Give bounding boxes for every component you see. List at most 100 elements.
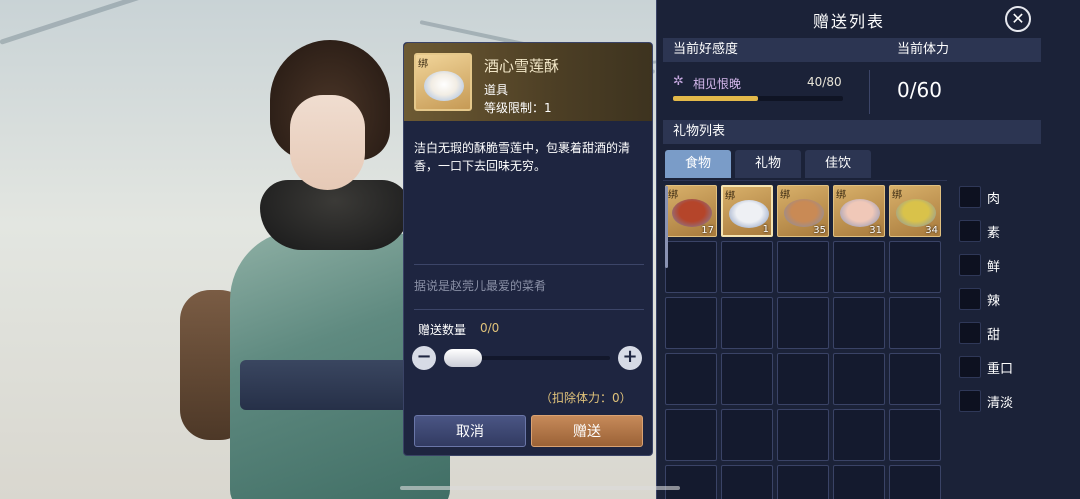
- character-face: [290, 95, 365, 190]
- dish-icon: [840, 199, 880, 227]
- bind-tag: 绑: [668, 190, 678, 201]
- filter-checkbox[interactable]: [959, 220, 981, 242]
- cancel-button[interactable]: 取消: [414, 415, 526, 447]
- filter-label: 素: [987, 226, 1001, 241]
- filter-label: 肉: [987, 192, 1001, 207]
- taste-filter-option[interactable]: 辣: [959, 286, 1039, 312]
- filter-checkbox[interactable]: [959, 254, 981, 276]
- favor-count: 40/80: [807, 75, 842, 89]
- gift-item-slot[interactable]: 绑 17: [665, 185, 717, 237]
- stamina-deduct-note: （扣除体力：0）: [540, 391, 632, 405]
- empty-item-slot[interactable]: [889, 353, 941, 405]
- taste-filter-option[interactable]: 甜: [959, 320, 1039, 346]
- dish-icon: [672, 199, 712, 227]
- empty-item-slot[interactable]: [889, 241, 941, 293]
- empty-item-slot[interactable]: [721, 409, 773, 461]
- bind-tag: 绑: [780, 190, 790, 201]
- filter-checkbox[interactable]: [959, 322, 981, 344]
- quantity-slider-handle[interactable]: [444, 349, 482, 367]
- taste-filter-option[interactable]: 肉: [959, 184, 1039, 210]
- quantity-value: 0/0: [480, 321, 500, 335]
- empty-item-slot[interactable]: [665, 353, 717, 405]
- gift-list-header-label: 礼物列表: [673, 124, 726, 139]
- taste-filter-option[interactable]: 素: [959, 218, 1039, 244]
- empty-item-slot[interactable]: [721, 241, 773, 293]
- stamina-value: 0/60: [897, 78, 942, 102]
- bind-tag: 绑: [892, 190, 902, 201]
- item-count: 1: [762, 224, 769, 235]
- divider: [414, 309, 644, 310]
- taste-filter-option[interactable]: 鲜: [959, 252, 1039, 278]
- tab-drink[interactable]: 佳饮: [805, 150, 871, 178]
- empty-item-slot[interactable]: [777, 409, 829, 461]
- quantity-label: 赠送数量: [418, 323, 467, 337]
- gift-item-slot[interactable]: 绑1: [721, 185, 773, 237]
- filter-checkbox[interactable]: [959, 186, 981, 208]
- gift-list-header: 礼物列表: [663, 120, 1041, 144]
- pastry-plate-icon: [424, 71, 464, 101]
- item-count: 17: [701, 225, 714, 236]
- favor-level-name: 相见恨晚: [693, 77, 742, 91]
- empty-item-slot[interactable]: [777, 465, 829, 499]
- tab-food[interactable]: 食物: [665, 150, 731, 178]
- empty-item-slot[interactable]: [777, 353, 829, 405]
- empty-item-slot[interactable]: [665, 409, 717, 461]
- gift-item-slot[interactable]: 绑 35: [777, 185, 829, 237]
- item-detail-header: 绑 酒心雪莲酥 道具 等级限制：1: [404, 43, 652, 121]
- filter-checkbox[interactable]: [959, 390, 981, 412]
- gift-item-grid: 绑 17 绑 1 绑 35 绑 31 绑 34: [663, 180, 947, 499]
- empty-item-slot[interactable]: [777, 297, 829, 349]
- gift-list-panel: 赠送列表 ✕ 当前好感度 当前体力 ✲ 相见恨晚 40/80 0/60 礼物列表…: [656, 0, 1080, 499]
- divider: [869, 70, 870, 114]
- status-header: 当前好感度 当前体力: [663, 38, 1041, 62]
- filter-checkbox[interactable]: [959, 356, 981, 378]
- home-indicator: [400, 486, 680, 490]
- empty-item-slot[interactable]: [833, 353, 885, 405]
- item-flavor-text: 据说是赵莞儿最爱的菜肴: [414, 279, 547, 293]
- favor-progress-bar: [673, 96, 843, 101]
- empty-item-slot[interactable]: [833, 409, 885, 461]
- item-type: 道具: [484, 83, 509, 97]
- tab-gift[interactable]: 礼物: [735, 150, 801, 178]
- empty-item-slot[interactable]: [889, 297, 941, 349]
- empty-item-slot[interactable]: [721, 465, 773, 499]
- empty-item-slot[interactable]: [833, 465, 885, 499]
- empty-item-slot[interactable]: [721, 353, 773, 405]
- empty-item-slot[interactable]: [777, 241, 829, 293]
- stamina-header: 当前体力: [897, 42, 950, 57]
- item-thumbnail: 绑: [414, 53, 472, 111]
- panel-title: 赠送列表: [812, 12, 885, 31]
- grid-scrollbar[interactable]: [665, 186, 668, 268]
- send-gift-button[interactable]: 赠送: [531, 415, 643, 447]
- empty-item-slot[interactable]: [833, 297, 885, 349]
- gift-item-slot[interactable]: 绑 34: [889, 185, 941, 237]
- item-detail-panel: 绑 酒心雪莲酥 道具 等级限制：1 洁白无瑕的酥脆雪莲中，包裹着甜酒的清香，一口…: [403, 42, 653, 456]
- empty-item-slot[interactable]: [833, 241, 885, 293]
- item-description: 洁白无瑕的酥脆雪莲中，包裹着甜酒的清香，一口下去回味无穷。: [414, 141, 631, 173]
- empty-item-slot[interactable]: [889, 465, 941, 499]
- empty-item-slot[interactable]: [721, 297, 773, 349]
- favor-flower-icon: ✲: [673, 74, 684, 89]
- filter-label: 辣: [987, 294, 1001, 309]
- empty-item-slot[interactable]: [665, 241, 717, 293]
- branch-decoration: [0, 0, 249, 45]
- taste-filter-option[interactable]: 重口: [959, 354, 1039, 380]
- character-scarf: [260, 180, 410, 250]
- filter-checkbox[interactable]: [959, 288, 981, 310]
- favor-status-row: ✲ 相见恨晚 40/80 0/60: [663, 66, 1041, 118]
- empty-item-slot[interactable]: [665, 465, 717, 499]
- taste-filter-option[interactable]: 清淡: [959, 388, 1039, 414]
- dish-icon: [784, 199, 824, 227]
- bind-tag: 绑: [836, 190, 846, 201]
- filter-label: 鲜: [987, 260, 1001, 275]
- item-count: 35: [813, 225, 826, 236]
- filter-label: 清淡: [987, 396, 1014, 411]
- gift-item-slot[interactable]: 绑 31: [833, 185, 885, 237]
- close-icon[interactable]: ✕: [1005, 6, 1031, 32]
- item-name: 酒心雪莲酥: [484, 57, 560, 75]
- decrease-quantity-button[interactable]: −: [412, 346, 436, 370]
- empty-item-slot[interactable]: [889, 409, 941, 461]
- empty-item-slot[interactable]: [665, 297, 717, 349]
- favor-header: 当前好感度: [673, 42, 739, 57]
- increase-quantity-button[interactable]: +: [618, 346, 642, 370]
